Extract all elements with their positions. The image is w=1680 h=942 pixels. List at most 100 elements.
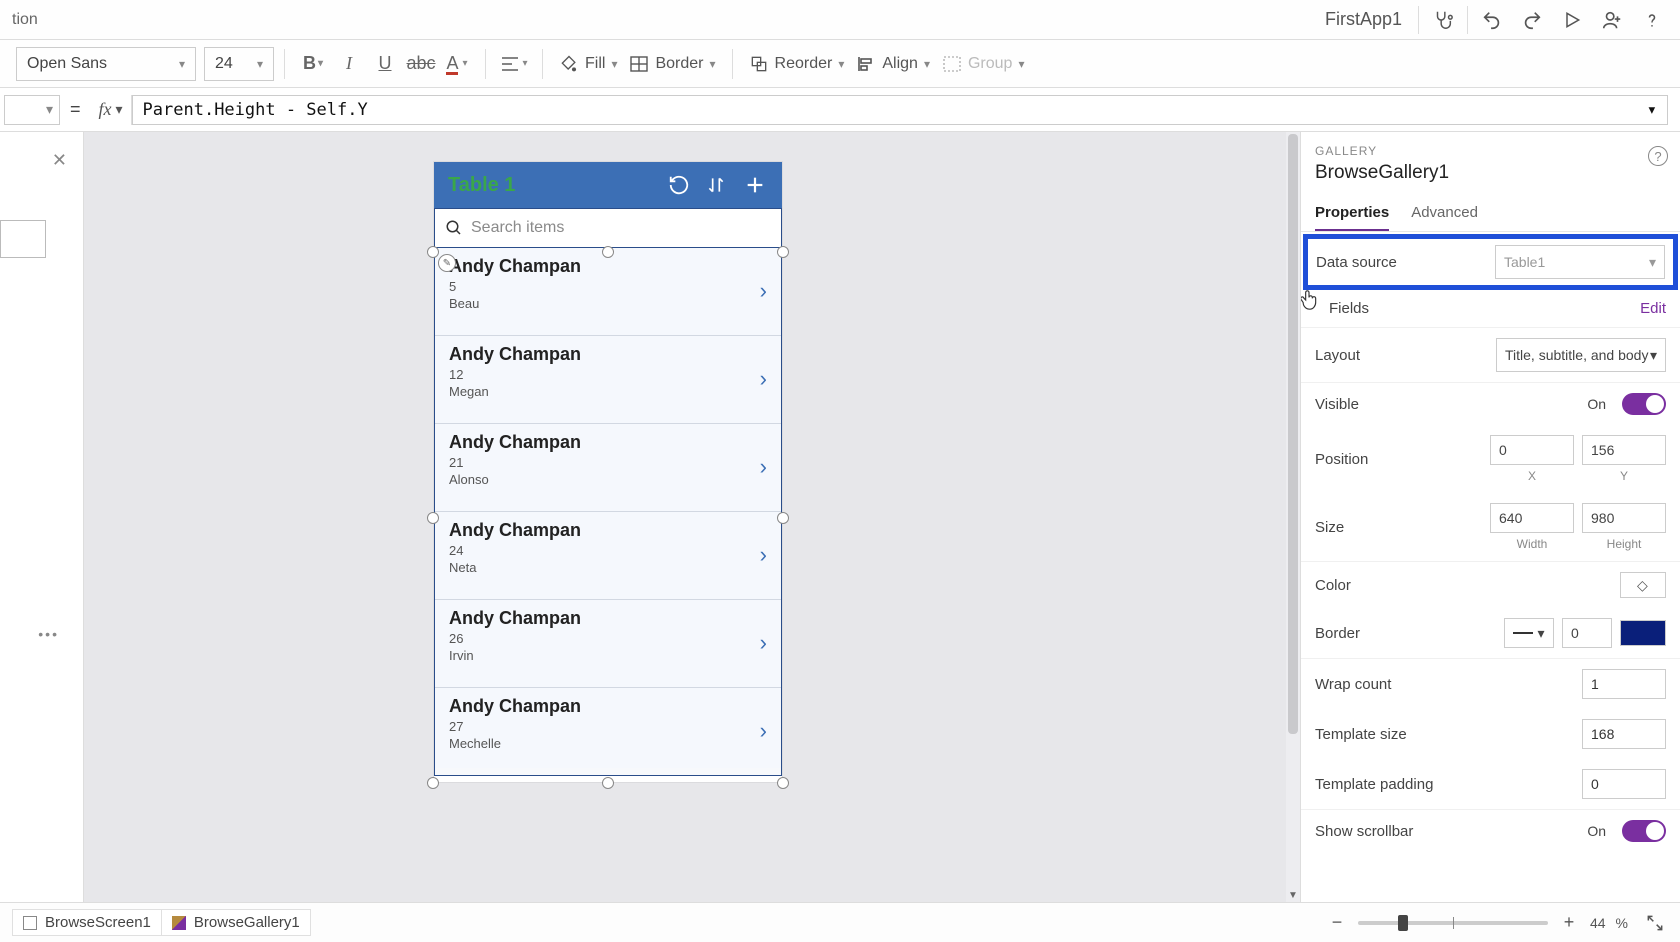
canvas-scrollbar[interactable]: ▲ ▼ (1286, 132, 1300, 902)
sort-icon[interactable] (706, 174, 734, 196)
resize-handle[interactable] (602, 246, 614, 258)
size-height-input[interactable]: 980 (1582, 503, 1666, 533)
fx-icon: fx (99, 99, 112, 120)
zoom-slider-knob[interactable] (1398, 915, 1408, 931)
chevron-down-icon: ▾ (1649, 254, 1656, 271)
data-source-select[interactable]: Table1 ▾ (1495, 245, 1665, 279)
scroll-down-icon[interactable]: ▼ (1286, 888, 1300, 902)
list-item[interactable]: Andy Champan 5 Beau › (435, 248, 781, 336)
visible-toggle[interactable] (1622, 393, 1666, 415)
position-row: Position 0 X 156 Y (1301, 425, 1680, 493)
chevron-down-icon: ▾ (116, 101, 123, 118)
fields-edit-link[interactable]: Edit (1640, 300, 1666, 317)
chevron-right-icon[interactable]: › (760, 278, 767, 304)
stethoscope-icon[interactable] (1423, 0, 1463, 40)
play-icon[interactable] (1552, 0, 1592, 40)
position-y-label: Y (1620, 469, 1628, 483)
zoom-in-button[interactable]: + (1558, 912, 1580, 933)
chevron-right-icon[interactable]: › (760, 542, 767, 568)
border-color-swatch[interactable] (1620, 620, 1666, 646)
tab-advanced[interactable]: Advanced (1411, 196, 1478, 231)
resize-handle[interactable] (602, 777, 614, 789)
search-box[interactable]: Search items (434, 208, 782, 248)
more-icon[interactable]: ••• (38, 626, 59, 642)
underline-button[interactable]: U (367, 46, 403, 82)
close-icon[interactable]: ✕ (52, 150, 67, 171)
fullscreen-icon[interactable] (1642, 910, 1668, 936)
show-scrollbar-toggle[interactable] (1622, 820, 1666, 842)
fill-button[interactable]: Fill ▾ (553, 46, 623, 82)
position-x-input[interactable]: 0 (1490, 435, 1574, 465)
formula-input[interactable]: Parent.Height - Self.Y ▾ (132, 95, 1668, 125)
border-style-select[interactable]: ▾ (1504, 618, 1554, 648)
font-size-select[interactable]: 24 ▾ (204, 47, 274, 81)
chevron-down-icon: ▾ (257, 57, 263, 71)
chevron-right-icon[interactable]: › (760, 366, 767, 392)
add-icon[interactable] (744, 174, 772, 196)
list-item[interactable]: Andy Champan 21 Alonso › (435, 424, 781, 512)
item-body: Mechelle (449, 736, 767, 751)
breadcrumb-gallery-label: BrowseGallery1 (194, 914, 300, 931)
chevron-right-icon[interactable]: › (760, 454, 767, 480)
size-row: Size 640 Width 980 Height (1301, 493, 1680, 562)
visible-value: On (1587, 396, 1606, 412)
template-padding-input[interactable]: 0 (1582, 769, 1666, 799)
property-select[interactable]: ▾ (4, 95, 60, 125)
reorder-button[interactable]: Reorder ▾ (743, 46, 851, 82)
template-size-input[interactable]: 168 (1582, 719, 1666, 749)
strikethrough-button[interactable]: abc (403, 46, 439, 82)
refresh-icon[interactable] (668, 174, 696, 196)
scrollbar-thumb[interactable] (1288, 134, 1298, 734)
tree-thumbnail[interactable] (0, 220, 46, 258)
breadcrumb-screen[interactable]: BrowseScreen1 (12, 909, 162, 936)
resize-handle[interactable] (777, 246, 789, 258)
chevron-right-icon[interactable]: › (760, 718, 767, 744)
tab-properties[interactable]: Properties (1315, 196, 1389, 231)
browse-gallery[interactable]: Andy Champan 5 Beau › Andy Champan 12 Me… (434, 248, 782, 776)
search-placeholder: Search items (471, 219, 564, 237)
color-picker[interactable]: ◇ (1620, 572, 1666, 598)
template-size-row: Template size 168 (1301, 709, 1680, 759)
canvas[interactable]: ▲ ▼ Table 1 (84, 132, 1300, 902)
resize-handle[interactable] (427, 512, 439, 524)
size-width-input[interactable]: 640 (1490, 503, 1574, 533)
list-item[interactable]: Andy Champan 12 Megan › (435, 336, 781, 424)
bold-button[interactable]: B▾ (295, 46, 331, 82)
wrap-count-input[interactable]: 1 (1582, 669, 1666, 699)
zoom-out-button[interactable]: − (1326, 912, 1348, 933)
font-color-button[interactable]: A ▾ (439, 46, 475, 82)
border-button[interactable]: Border ▾ (623, 46, 721, 82)
italic-button[interactable]: I (331, 46, 367, 82)
resize-handle[interactable] (427, 777, 439, 789)
edit-pencil-icon[interactable]: ✎ (438, 254, 456, 272)
panel-help-icon[interactable]: ? (1648, 146, 1668, 166)
list-item[interactable]: Andy Champan 27 Mechelle › (435, 688, 781, 768)
list-item[interactable]: Andy Champan 26 Irvin › (435, 600, 781, 688)
position-x-label: X (1528, 469, 1536, 483)
undo-icon[interactable] (1472, 0, 1512, 40)
align-button[interactable]: Align ▾ (850, 46, 936, 82)
font-select[interactable]: Open Sans ▾ (16, 47, 196, 81)
properties-panel: GALLERY BrowseGallery1 ? Properties Adva… (1300, 132, 1680, 902)
border-width-input[interactable]: 0 (1562, 618, 1612, 648)
visible-row: Visible On (1301, 383, 1680, 425)
help-icon[interactable] (1632, 0, 1672, 40)
resize-handle[interactable] (777, 512, 789, 524)
redo-icon[interactable] (1512, 0, 1552, 40)
share-icon[interactable] (1592, 0, 1632, 40)
group-button[interactable]: Group ▾ (936, 46, 1031, 82)
template-size-label: Template size (1315, 726, 1574, 743)
item-title: Andy Champan (449, 256, 767, 277)
item-body: Neta (449, 560, 767, 575)
position-y-input[interactable]: 156 (1582, 435, 1666, 465)
list-item[interactable]: Andy Champan 24 Neta › (435, 512, 781, 600)
chevron-right-icon[interactable]: › (760, 630, 767, 656)
fx-indicator[interactable]: fx ▾ (91, 95, 132, 125)
text-align-button[interactable]: ▾ (496, 46, 532, 82)
breadcrumb-gallery[interactable]: BrowseGallery1 (161, 909, 311, 936)
zoom-slider[interactable] (1358, 921, 1548, 925)
panel-name: BrowseGallery1 (1315, 162, 1666, 184)
resize-handle[interactable] (777, 777, 789, 789)
layout-select[interactable]: Title, subtitle, and body ▾ (1496, 338, 1666, 372)
resize-handle[interactable] (427, 246, 439, 258)
